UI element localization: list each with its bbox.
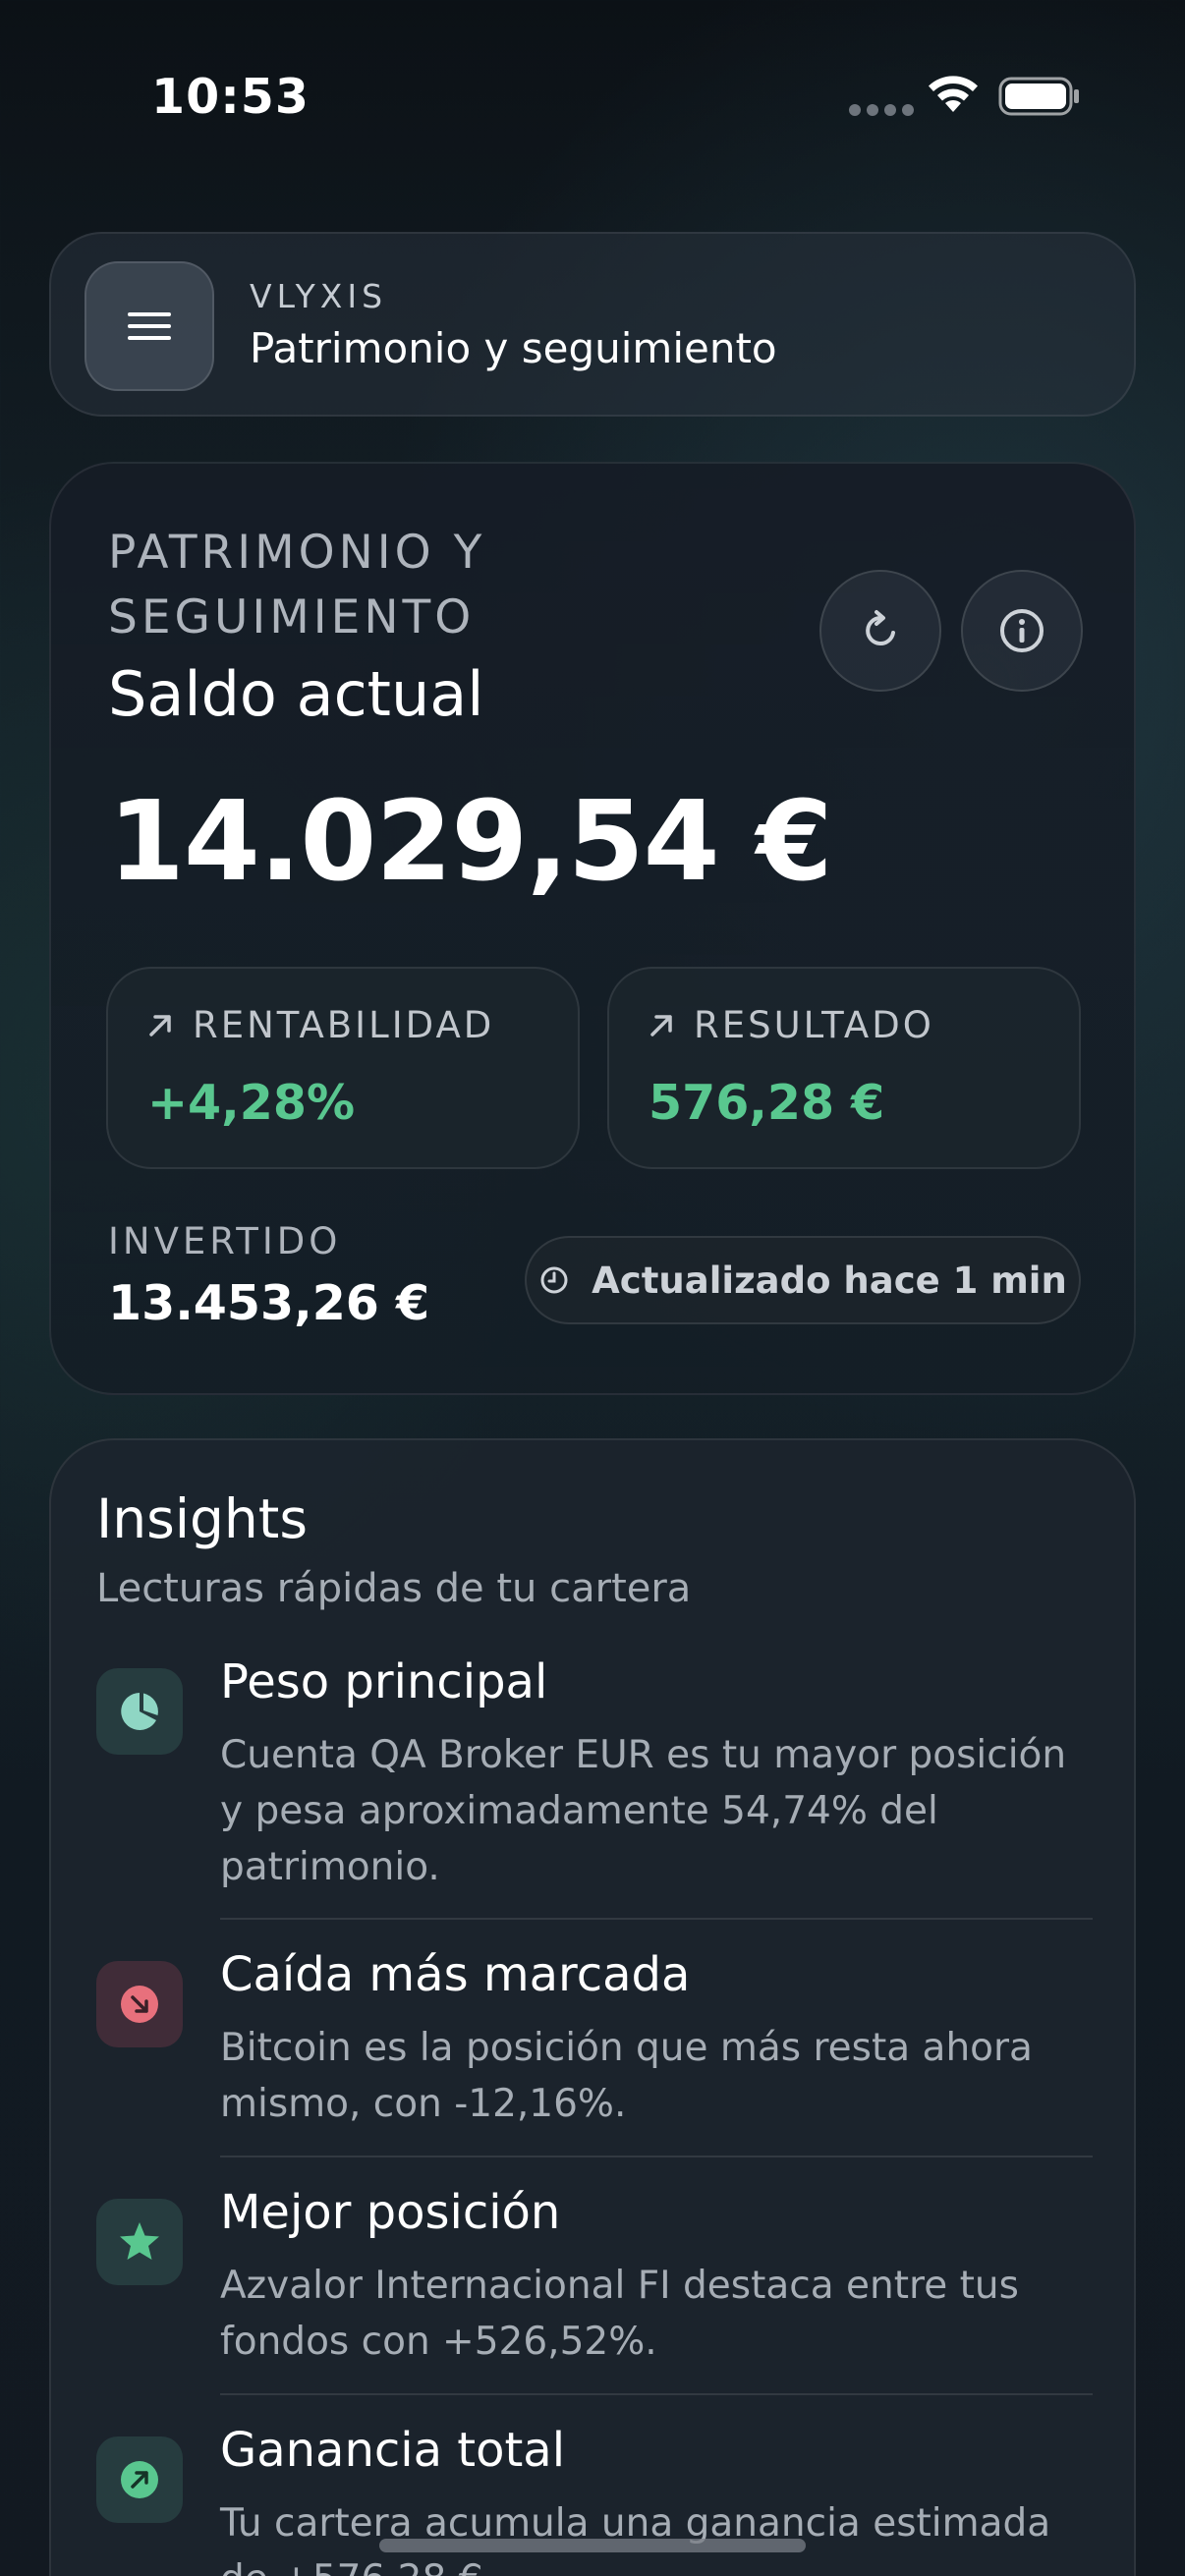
brand-name: VLYXIS (250, 277, 388, 315)
refresh-button[interactable] (819, 570, 941, 692)
rentabilidad-value: +4,28% (147, 1075, 356, 1131)
insights-card: Insights Lecturas rápidas de tu cartera … (49, 1438, 1136, 2576)
invested-label: INVERTIDO (108, 1220, 342, 1262)
arrow-down-right-icon (121, 1986, 158, 2023)
clock-icon (540, 1266, 568, 1294)
insight-text: Tu cartera acumula una ganancia estimada… (220, 2501, 1051, 2576)
insight-item[interactable]: Peso principal Cuenta QA Broker EUR es t… (96, 1654, 1093, 1900)
divider (220, 2393, 1093, 2395)
resultado-box: RESULTADO 576,28 € (607, 967, 1081, 1169)
insights-title: Insights (96, 1487, 309, 1550)
rentabilidad-box: RENTABILIDAD +4,28% (106, 967, 580, 1169)
insight-item[interactable]: Ganancia total Tu cartera acumula una ga… (96, 2423, 1093, 2576)
resultado-value: 576,28 € (649, 1075, 885, 1131)
invested-value: 13.453,26 € (108, 1275, 430, 1331)
insight-title: Caída más marcada (220, 1947, 691, 2002)
star-icon (120, 2222, 159, 2260)
wifi-icon (929, 76, 978, 112)
menu-button[interactable] (85, 261, 214, 391)
home-indicator[interactable] (379, 2539, 806, 2552)
arrow-up-right-icon (650, 1014, 672, 1036)
section-label: PATRIMONIO Y SEGUIMIENTO (108, 526, 486, 644)
insight-text: Bitcoin es la posición que más resta aho… (220, 2026, 1033, 2126)
insight-item[interactable]: Mejor posición Azvalor Internacional FI … (96, 2185, 1093, 2381)
insight-title: Ganancia total (220, 2423, 566, 2478)
updated-text: Actualizado hace 1 min (592, 1259, 1067, 1302)
info-button[interactable] (961, 570, 1083, 692)
balance-title: Saldo actual (108, 658, 484, 730)
updated-badge: Actualizado hace 1 min (525, 1236, 1081, 1324)
insight-item[interactable]: Caída más marcada Bitcoin es la posición… (96, 1947, 1093, 2144)
pie-chart-icon (121, 1693, 158, 1730)
divider (220, 1918, 1093, 1920)
insight-title: Peso principal (220, 1654, 548, 1709)
status-time: 10:53 (151, 69, 310, 125)
insight-title: Mejor posición (220, 2185, 561, 2240)
balance-amount: 14.029,54 € (108, 778, 833, 906)
cellular-signal-icon (849, 104, 914, 116)
resultado-label: RESULTADO (694, 1004, 934, 1046)
status-bar: 10:53 (0, 0, 1185, 187)
rentabilidad-label: RENTABILIDAD (193, 1004, 495, 1046)
header-title: Patrimonio y seguimiento (250, 324, 777, 372)
refresh-icon (866, 610, 895, 645)
insight-text: Azvalor Internacional FI destaca entre t… (220, 2264, 1019, 2364)
insight-text: Cuenta QA Broker EUR es tu mayor posició… (220, 1733, 1067, 1889)
insights-subtitle: Lecturas rápidas de tu cartera (96, 1566, 692, 1611)
app-header: VLYXIS Patrimonio y seguimiento (49, 232, 1136, 417)
info-icon (1000, 609, 1044, 652)
balance-card: PATRIMONIO Y SEGUIMIENTO Saldo actual 14… (49, 462, 1136, 1395)
arrow-up-right-icon (121, 2461, 158, 2498)
divider (220, 2156, 1093, 2157)
arrow-up-right-icon (149, 1014, 171, 1036)
battery-icon (998, 77, 1079, 116)
hamburger-icon (128, 312, 171, 340)
